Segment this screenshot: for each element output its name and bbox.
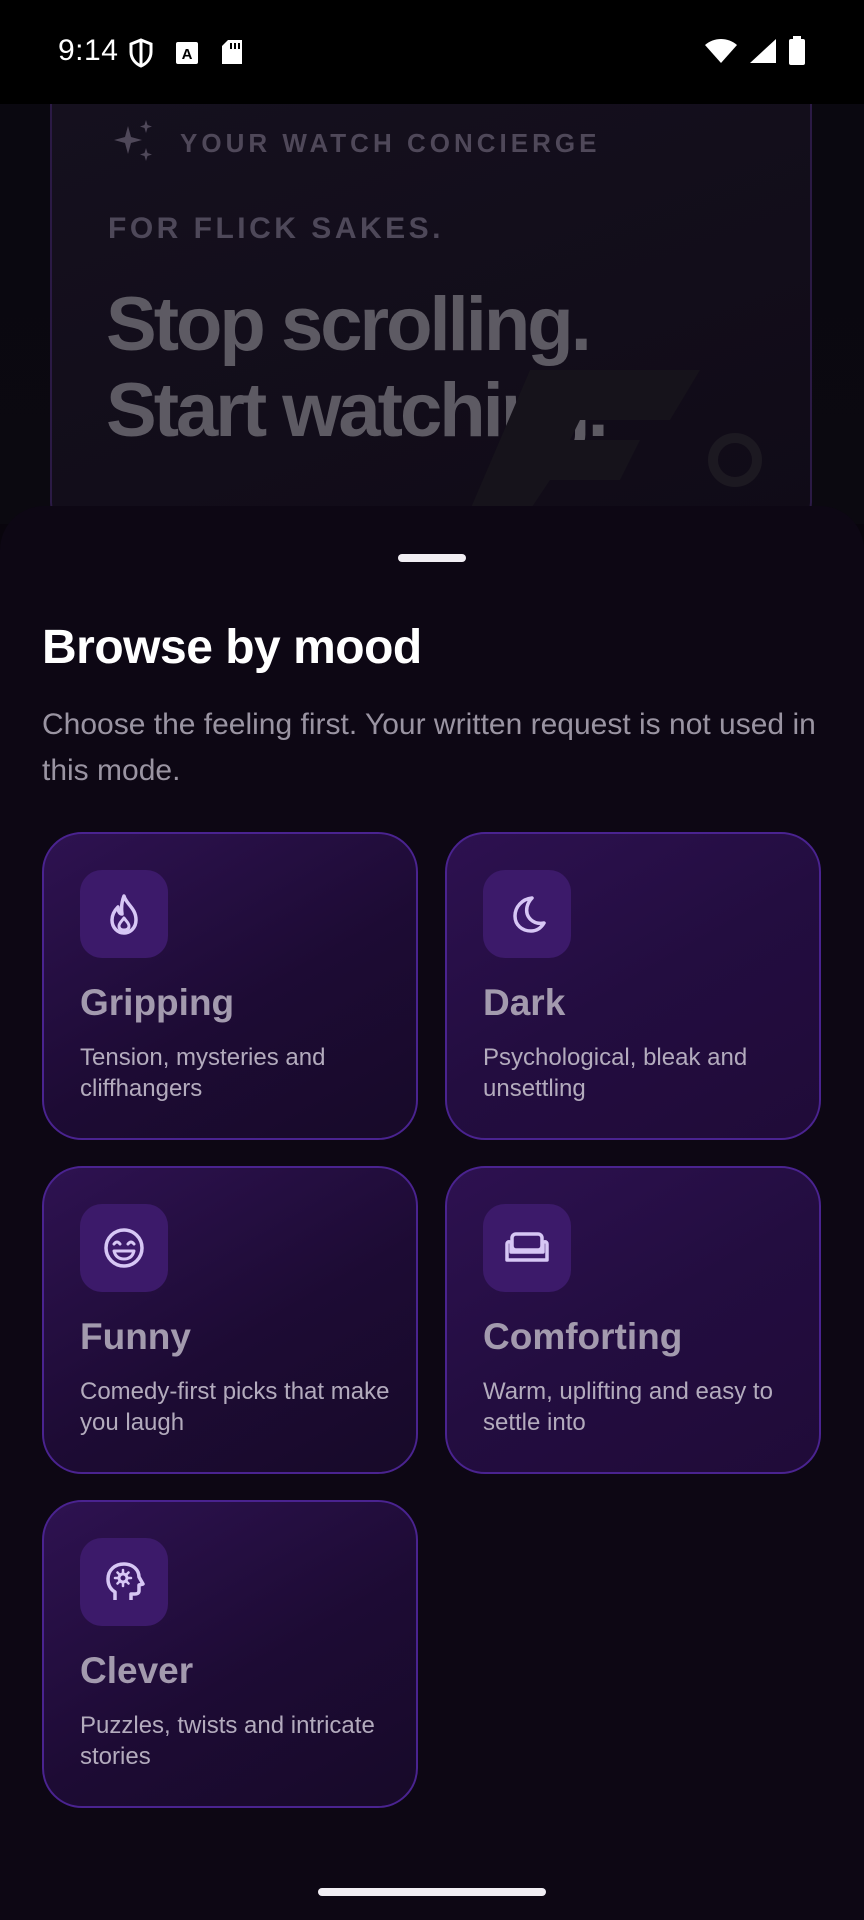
mood-bottom-sheet: Browse by mood Choose the feeling first.… (0, 506, 864, 1920)
moon-icon (513, 896, 546, 933)
laughing-face-icon (104, 1228, 144, 1268)
brand-logo-watermark (470, 370, 762, 510)
mood-name: Dark (483, 982, 566, 1023)
mood-icon-box (483, 870, 571, 958)
sd-card-icon (222, 40, 242, 64)
mood-description: Comedy-first picks that make you laugh (80, 1378, 390, 1436)
mood-card-dark[interactable]: Dark Psychological, bleak and unsettling (445, 832, 821, 1140)
drag-handle[interactable] (398, 554, 466, 562)
sparkle-icon (114, 120, 152, 161)
mood-name: Funny (80, 1316, 191, 1357)
mood-icon-box (80, 1204, 168, 1292)
mood-card-comforting[interactable]: Comforting Warm, uplifting and easy to s… (445, 1166, 821, 1474)
mood-icon-box (80, 1538, 168, 1626)
sofa-icon (505, 1232, 549, 1262)
mood-name: Comforting (483, 1316, 683, 1357)
mood-description: Warm, uplifting and easy to settle into (483, 1378, 773, 1436)
battery-icon (789, 36, 805, 65)
mood-name: Gripping (80, 982, 235, 1023)
wifi-icon (705, 39, 737, 63)
mood-card-funny[interactable]: Funny Comedy-first picks that make you l… (42, 1166, 418, 1474)
mood-icon-box (483, 1204, 571, 1292)
sheet-title: Browse by mood (42, 621, 422, 674)
mood-description: Puzzles, twists and intricate stories (80, 1712, 375, 1770)
svg-text:A: A (182, 46, 193, 63)
mood-card-clever[interactable]: Clever Puzzles, twists and intricate sto… (42, 1500, 418, 1808)
brain-head-icon (106, 1562, 145, 1600)
mood-description: Tension, mysteries and cliffhangers (80, 1044, 326, 1102)
screen: YOUR WATCH CONCIERGE FOR FLICK SAKES. St… (0, 0, 864, 1920)
mood-card-gripping[interactable]: Gripping Tension, mysteries and cliffhan… (42, 832, 418, 1140)
status-right-icons (704, 36, 806, 66)
sheet-description: Choose the feeling first. Your written r… (42, 708, 816, 787)
flame-icon (110, 894, 138, 935)
shield-icon (129, 38, 153, 68)
hero-tagline: YOUR WATCH CONCIERGE (180, 128, 601, 158)
translate-icon: A (176, 42, 198, 64)
cellular-signal-icon (750, 39, 776, 63)
status-time: 9:14 (58, 34, 119, 67)
home-indicator[interactable] (318, 1888, 546, 1896)
mood-name: Clever (80, 1650, 194, 1691)
hero-headline-line1: Stop scrolling. (106, 282, 592, 367)
hero-kicker: FOR FLICK SAKES. (108, 212, 445, 245)
mood-description: Psychological, bleak and unsettling (483, 1044, 748, 1102)
mood-icon-box (80, 870, 168, 958)
status-bar: 9:14 A (0, 0, 864, 104)
